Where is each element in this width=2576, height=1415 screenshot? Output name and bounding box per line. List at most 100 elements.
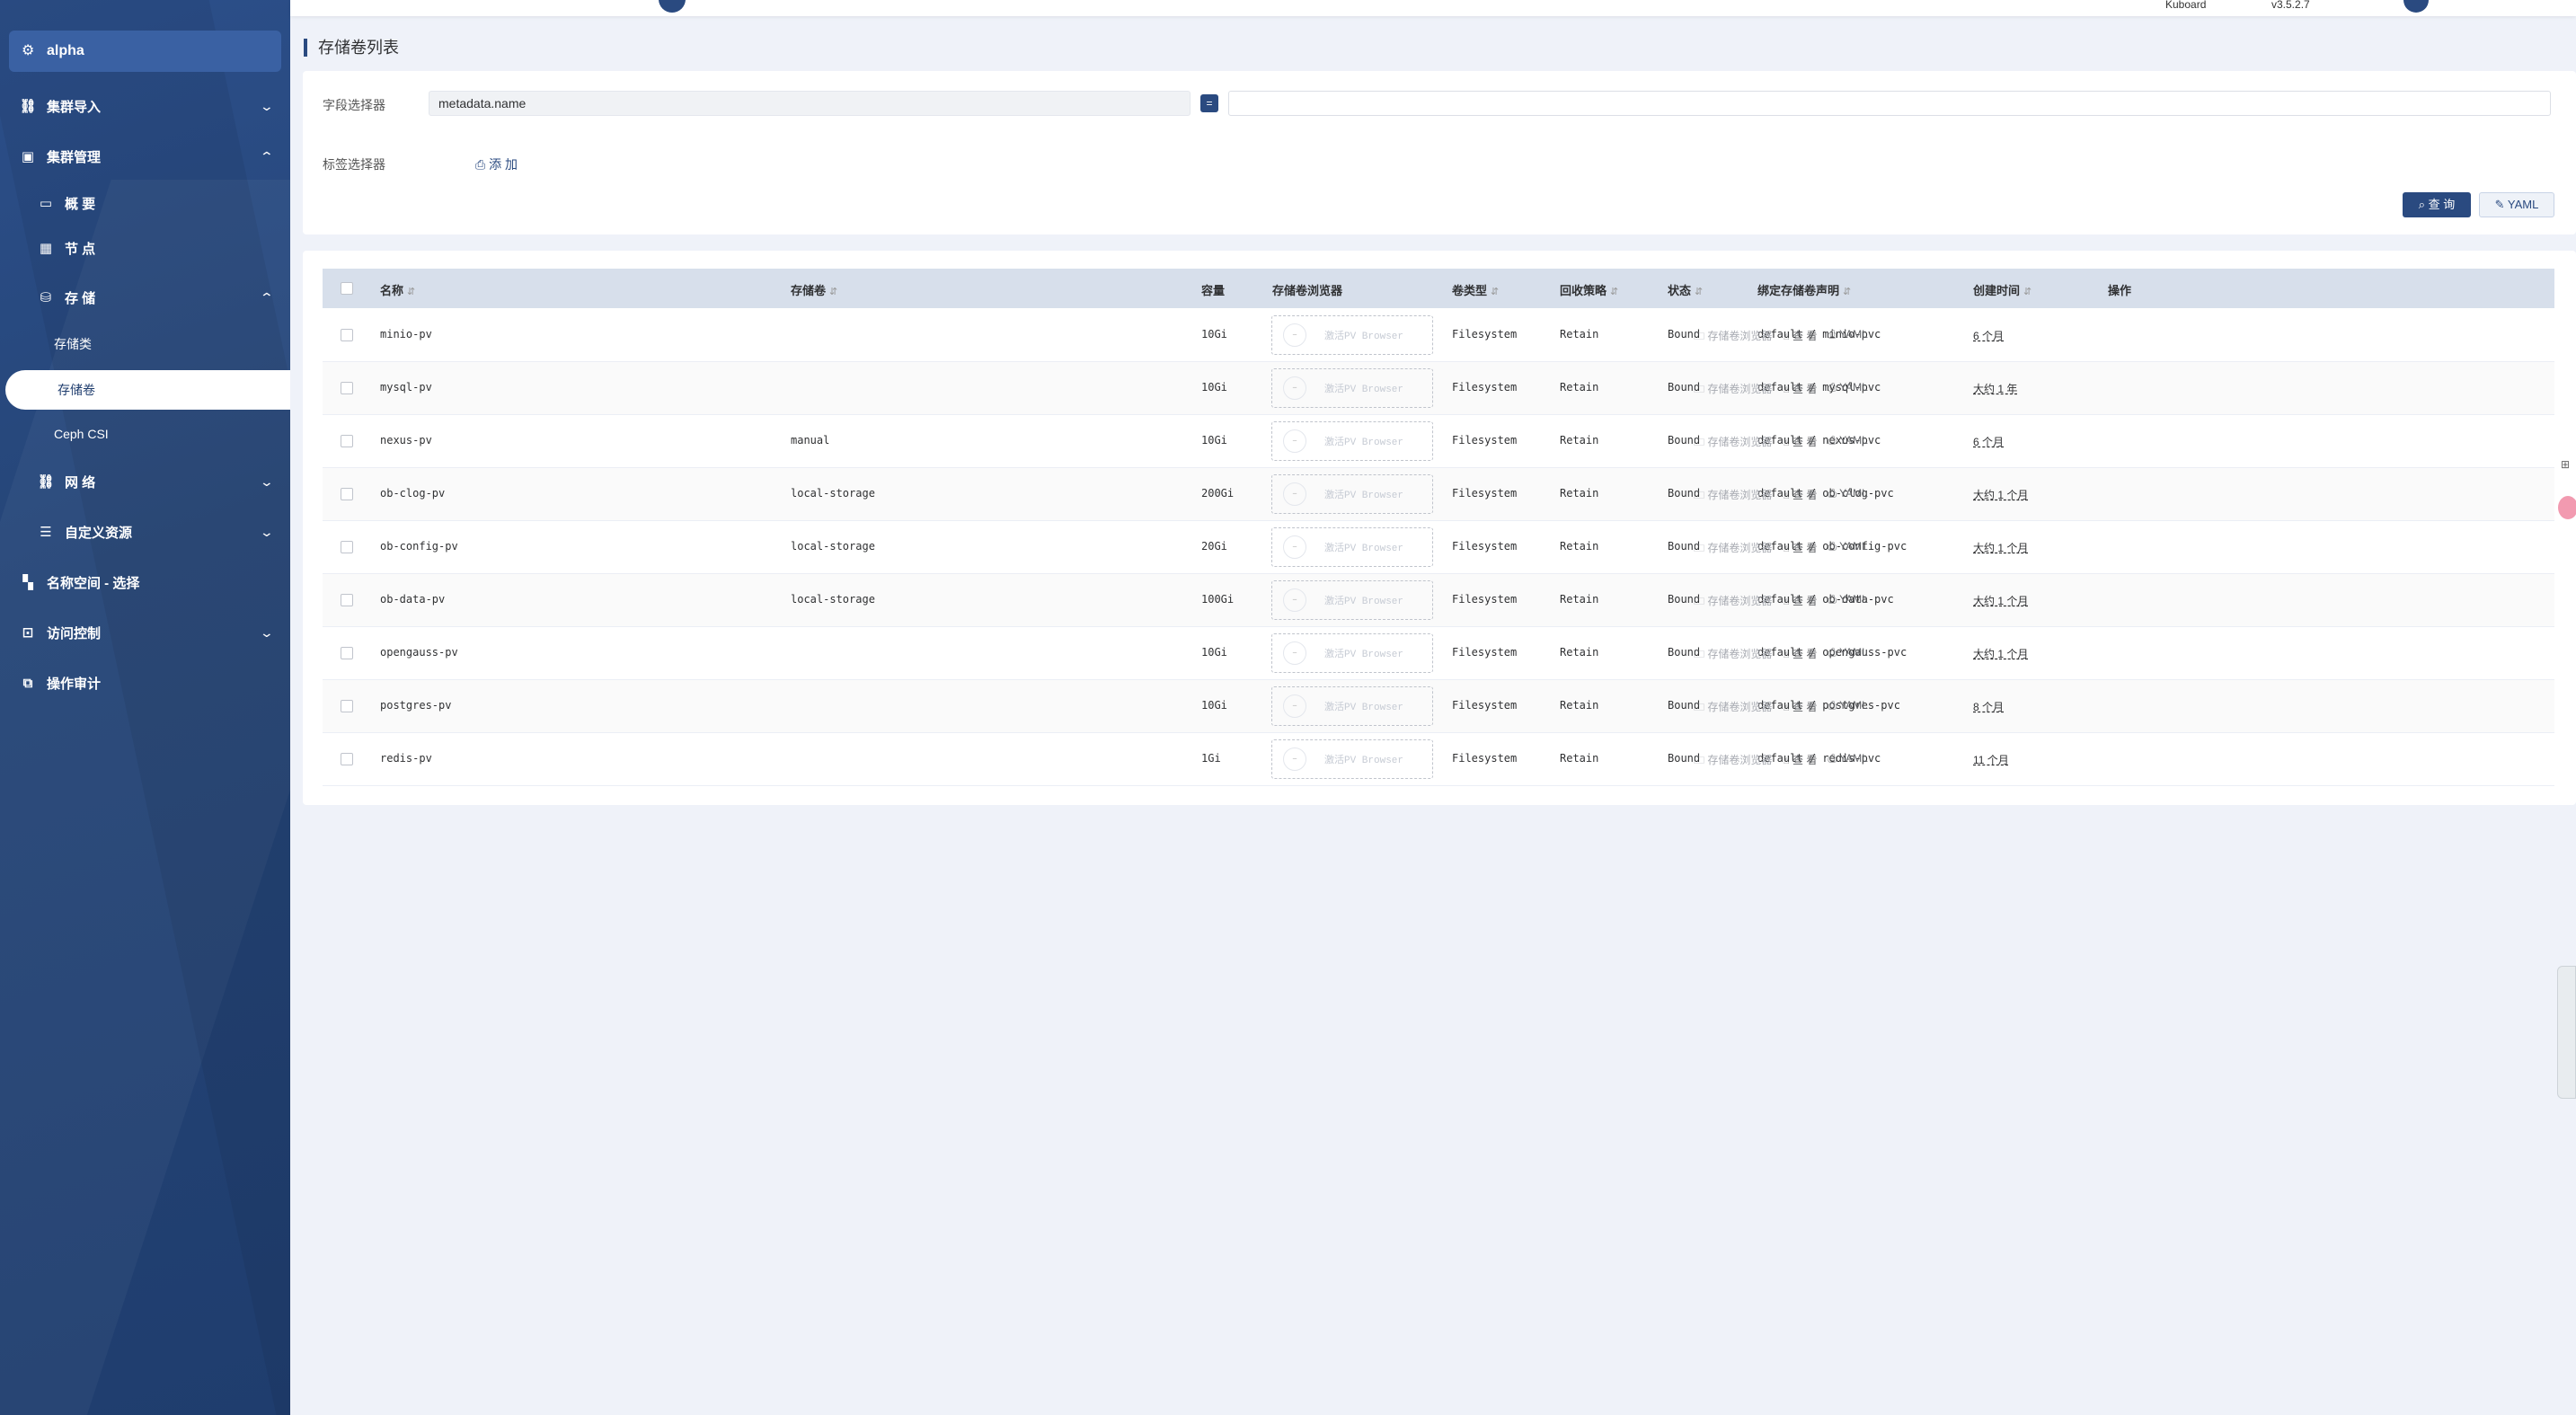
view-link[interactable]: ☝ 查 看 xyxy=(1783,699,1817,718)
side-widget[interactable] xyxy=(2557,966,2576,1099)
sidebar-item-ceph-csi[interactable]: Ceph CSI xyxy=(0,416,290,452)
row-checkbox[interactable] xyxy=(341,594,353,606)
header-status[interactable]: 状态 ⇵ xyxy=(1668,281,1703,298)
browse-volume-link[interactable]: 🗀 存储卷浏览器 xyxy=(1694,646,1772,665)
yaml-link[interactable]: ⎙ YAML xyxy=(1828,540,1868,559)
activate-browser-label: 激活PV Browser xyxy=(1324,703,1404,713)
yaml-link[interactable]: ⎙ YAML xyxy=(1828,699,1868,718)
header-label: 绑定存储卷声明 xyxy=(1757,284,1840,297)
field-selector-input[interactable]: metadata.name xyxy=(429,91,1191,116)
activate-browser-button[interactable]: – 激活PV Browser xyxy=(1271,633,1433,673)
view-link[interactable]: ☝ 查 看 xyxy=(1783,646,1817,665)
activate-browser-button[interactable]: – 激活PV Browser xyxy=(1271,527,1433,567)
operator-select[interactable]: = xyxy=(1200,94,1218,112)
activate-browser-button[interactable]: – 激活PV Browser xyxy=(1271,368,1433,408)
browse-volume-link[interactable]: 🗀 存储卷浏览器 xyxy=(1694,699,1772,718)
pv-volume-mode: Filesystem xyxy=(1452,381,1518,394)
query-button[interactable]: ⌕ 查 询 xyxy=(2403,192,2471,217)
document-icon: ⎙ xyxy=(1828,434,1840,447)
yaml-link[interactable]: ⎙ YAML xyxy=(1828,381,1868,400)
avatar[interactable] xyxy=(2403,0,2429,13)
namespace-icon[interactable] xyxy=(659,0,686,13)
sidebar-item-namespace-select[interactable]: ▚ 名称空间 - 选择 xyxy=(0,564,290,600)
sidebar-item-network[interactable]: ⛓ 网 络 ⌄ xyxy=(0,464,290,500)
header-claim[interactable]: 绑定存储卷声明 ⇵ xyxy=(1757,281,1851,298)
chevron-down-icon: ⌄ xyxy=(259,473,275,489)
chevron-up-icon: ⌃ xyxy=(259,289,275,305)
view-link[interactable]: ☝ 查 看 xyxy=(1783,381,1817,400)
header-storage-class[interactable]: 存储卷 ⇵ xyxy=(791,281,837,298)
cluster-switcher[interactable]: ⚙ alpha xyxy=(9,31,281,72)
header-created[interactable]: 创建时间 ⇵ xyxy=(1973,281,2032,298)
row-checkbox[interactable] xyxy=(341,700,353,712)
activate-browser-button[interactable]: – 激活PV Browser xyxy=(1271,580,1433,620)
sidebar-item-cluster-manage[interactable]: ▣ 集群管理 ⌃ xyxy=(0,138,290,174)
browse-volume-link[interactable]: 🗀 存储卷浏览器 xyxy=(1694,593,1772,612)
row-checkbox[interactable] xyxy=(341,647,353,659)
assistant-icon[interactable] xyxy=(2558,496,2576,519)
yaml-link[interactable]: ⎙ YAML xyxy=(1828,593,1868,612)
view-link[interactable]: ☝ 查 看 xyxy=(1783,540,1817,559)
add-label-button[interactable]: ⎙ 添 加 xyxy=(475,155,518,173)
yaml-label: YAML xyxy=(1839,699,1868,712)
browse-volume-link[interactable]: 🗀 存储卷浏览器 xyxy=(1694,540,1772,559)
yaml-link[interactable]: ⎙ YAML xyxy=(1828,752,1868,771)
view-link[interactable]: ☝ 查 看 xyxy=(1783,752,1817,771)
row-checkbox[interactable] xyxy=(341,329,353,341)
view-label: 查 看 xyxy=(1793,648,1818,660)
sidebar-item-label: 集群导入 xyxy=(47,99,102,115)
row-checkbox[interactable] xyxy=(341,753,353,765)
pv-reclaim-policy: Retain xyxy=(1560,646,1599,659)
sidebar-item-persistent-volume[interactable]: 存储卷 xyxy=(5,370,290,410)
query-button-label: 查 询 xyxy=(2428,198,2456,211)
yaml-button[interactable]: ✎ YAML xyxy=(2479,192,2554,217)
row-actions: 🗀 存储卷浏览器 ☝ 查 看 ⎙ YAML xyxy=(1694,752,1868,771)
chevron-down-icon: ⌄ xyxy=(259,98,275,113)
activate-browser-button[interactable]: – 激活PV Browser xyxy=(1271,315,1433,355)
browse-volume-link[interactable]: 🗀 存储卷浏览器 xyxy=(1694,328,1772,347)
yaml-link[interactable]: ⎙ YAML xyxy=(1828,487,1868,506)
activate-browser-label: 激活PV Browser xyxy=(1324,491,1404,501)
header-reclaim[interactable]: 回收策略 ⇵ xyxy=(1560,281,1618,298)
view-link[interactable]: ☝ 查 看 xyxy=(1783,434,1817,453)
row-checkbox[interactable] xyxy=(341,541,353,553)
folder-icon: 🗀 xyxy=(1694,330,1708,342)
sidebar-item-overview[interactable]: ▭ 概 要 xyxy=(0,185,290,221)
thumb-icon: ☝ xyxy=(1783,436,1793,448)
yaml-link[interactable]: ⎙ YAML xyxy=(1828,646,1868,665)
browse-volume-link[interactable]: 🗀 存储卷浏览器 xyxy=(1694,381,1772,400)
sidebar-item-access-control[interactable]: ⊡ 访问控制 ⌄ xyxy=(0,615,290,650)
sidebar-item-cluster-import[interactable]: ⛓ 集群导入 ⌄ xyxy=(0,88,290,124)
browse-volume-link[interactable]: 🗀 存储卷浏览器 xyxy=(1694,487,1772,506)
browse-volume-label: 存储卷浏览器 xyxy=(1707,383,1773,395)
activate-browser-button[interactable]: – 激活PV Browser xyxy=(1271,474,1433,514)
thumb-icon: ☝ xyxy=(1783,383,1793,395)
view-link[interactable]: ☝ 查 看 xyxy=(1783,593,1817,612)
activate-browser-button[interactable]: – 激活PV Browser xyxy=(1271,421,1433,461)
sidebar-item-custom-resources[interactable]: ☰ 自定义资源 ⌄ xyxy=(0,514,290,550)
sidebar-item-storage[interactable]: ⛁ 存 储 ⌃ xyxy=(0,279,290,315)
folder-icon: 🗀 xyxy=(1694,754,1708,766)
yaml-link[interactable]: ⎙ YAML xyxy=(1828,328,1868,347)
document-icon: ⎙ xyxy=(1828,593,1840,606)
pv-name: nexus-pv xyxy=(380,434,432,447)
select-all-checkbox[interactable] xyxy=(341,282,353,295)
row-checkbox[interactable] xyxy=(341,382,353,394)
header-volume-mode[interactable]: 卷类型 ⇵ xyxy=(1452,281,1499,298)
browse-volume-link[interactable]: 🗀 存储卷浏览器 xyxy=(1694,752,1772,771)
qr-icon[interactable]: ⊞ xyxy=(2561,458,2576,476)
header-name[interactable]: 名称 ⇵ xyxy=(380,281,415,298)
pv-name: minio-pv xyxy=(380,328,432,340)
view-link[interactable]: ☝ 查 看 xyxy=(1783,328,1817,347)
row-checkbox[interactable] xyxy=(341,488,353,500)
sidebar-item-storage-class[interactable]: 存储类 xyxy=(0,326,290,362)
activate-browser-button[interactable]: – 激活PV Browser xyxy=(1271,686,1433,726)
view-link[interactable]: ☝ 查 看 xyxy=(1783,487,1817,506)
sidebar-item-audit[interactable]: ⧉ 操作审计 xyxy=(0,665,290,701)
browse-volume-link[interactable]: 🗀 存储卷浏览器 xyxy=(1694,434,1772,453)
activate-browser-button[interactable]: – 激活PV Browser xyxy=(1271,739,1433,779)
yaml-link[interactable]: ⎙ YAML xyxy=(1828,434,1868,453)
field-value-input[interactable] xyxy=(1228,91,2551,116)
row-checkbox[interactable] xyxy=(341,435,353,447)
sidebar-item-nodes[interactable]: ▦ 节 点 xyxy=(0,230,290,266)
